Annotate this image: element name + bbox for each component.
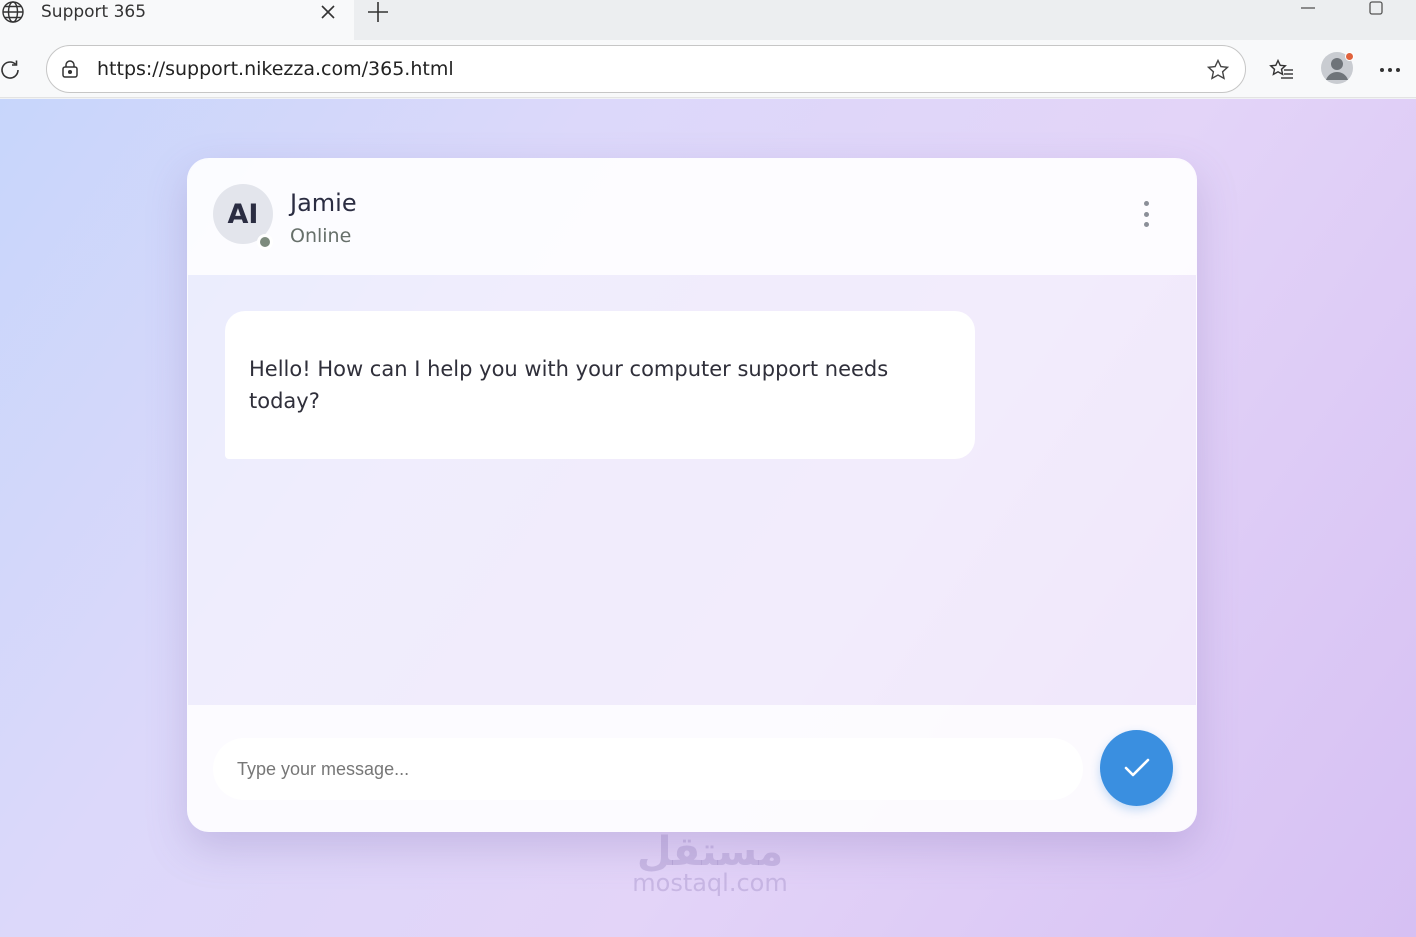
agent-name: Jamie bbox=[290, 189, 357, 217]
favorites-icon[interactable] bbox=[1268, 56, 1296, 84]
browser-tab[interactable]: Support 365 bbox=[0, 0, 354, 40]
reload-icon[interactable] bbox=[0, 56, 24, 84]
notification-badge bbox=[1345, 52, 1354, 61]
options-menu-icon[interactable] bbox=[1132, 197, 1160, 231]
browser-toolbar: https://support.nikezza.com/365.html bbox=[0, 40, 1416, 98]
message-composer bbox=[188, 705, 1196, 831]
address-bar[interactable]: https://support.nikezza.com/365.html bbox=[46, 45, 1246, 93]
tab-strip: Support 365 bbox=[0, 0, 1416, 40]
tab-title: Support 365 bbox=[41, 2, 147, 22]
url-text[interactable]: https://support.nikezza.com/365.html bbox=[97, 58, 454, 80]
send-button[interactable] bbox=[1100, 730, 1173, 806]
message-list: Hello! How can I help you with your comp… bbox=[188, 275, 1196, 705]
chat-header: AI Jamie Online bbox=[188, 159, 1196, 275]
favorite-star-icon[interactable] bbox=[1205, 57, 1231, 83]
agent-status: Online bbox=[290, 225, 352, 247]
minimize-icon[interactable] bbox=[1296, 0, 1320, 16]
message-input[interactable] bbox=[213, 738, 1083, 800]
globe-icon bbox=[0, 0, 26, 25]
more-menu-icon[interactable] bbox=[1376, 56, 1404, 84]
agent-message-bubble: Hello! How can I help you with your comp… bbox=[225, 311, 975, 459]
maximize-icon[interactable] bbox=[1364, 0, 1388, 18]
watermark: مستقل mostaql.com bbox=[620, 829, 800, 897]
page-background: AI Jamie Online Hello! How can I help yo… bbox=[0, 99, 1416, 937]
watermark-text: mostaql.com bbox=[632, 869, 788, 897]
online-status-dot bbox=[257, 234, 273, 250]
site-info-lock-icon[interactable] bbox=[59, 58, 81, 80]
new-tab-icon[interactable] bbox=[364, 0, 392, 24]
checkmark-icon bbox=[1124, 758, 1149, 777]
close-tab-icon[interactable] bbox=[316, 0, 340, 24]
profile-avatar[interactable] bbox=[1320, 51, 1354, 85]
chat-widget: AI Jamie Online Hello! How can I help yo… bbox=[187, 158, 1197, 832]
